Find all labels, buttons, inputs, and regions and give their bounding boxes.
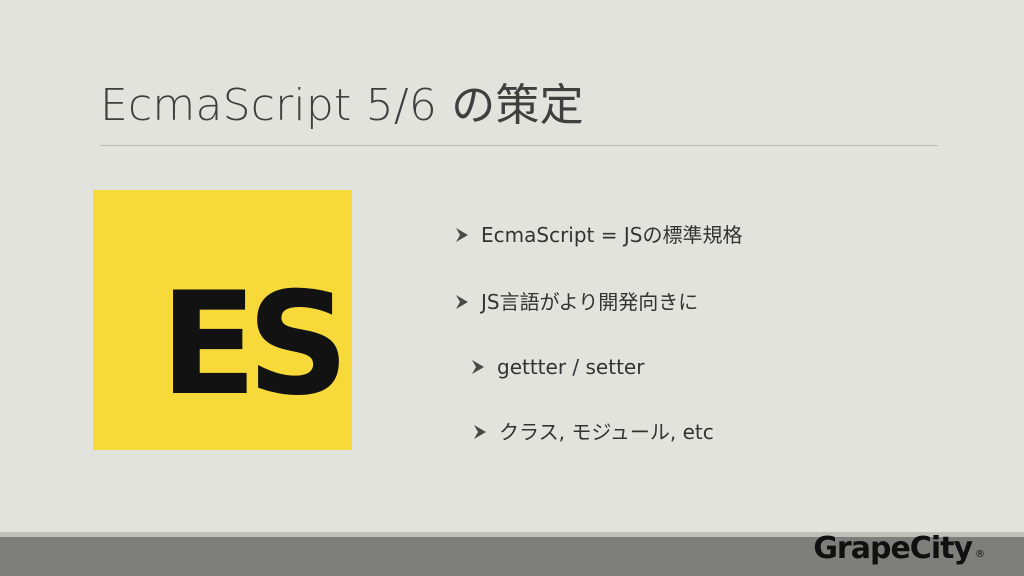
bullet-item: EcmaScript = JSの標準規格 [453,220,973,250]
bullet-text: gettter / setter [497,355,645,379]
bullet-item: クラス, モジュール, etc [471,417,973,447]
brand-logo: GrapeCity ® [813,528,985,564]
slide: EcmaScript 5/6 の策定 ES EcmaScript = JSの標準… [0,0,1024,576]
title-divider [100,145,938,146]
brand-registered-mark: ® [975,549,985,560]
bullet-text: クラス, モジュール, etc [499,420,714,444]
arrow-bullet-icon [453,293,471,311]
bullet-list: EcmaScript = JSの標準規格 JS言語がより開発向きに gettte… [453,220,973,447]
bullet-item: gettter / setter [469,352,973,382]
brand-name: GrapeCity [813,531,973,566]
es-logo-text: ES [160,262,349,427]
bullet-item: JS言語がより開発向きに [453,287,973,317]
bullet-text: JS言語がより開発向きに [481,290,699,314]
arrow-bullet-icon [453,226,471,244]
arrow-bullet-icon [469,358,487,376]
bullet-text: EcmaScript = JSの標準規格 [481,223,743,247]
arrow-bullet-icon [471,423,489,441]
es-logo: ES [93,190,352,450]
slide-title: EcmaScript 5/6 の策定 [100,80,584,131]
